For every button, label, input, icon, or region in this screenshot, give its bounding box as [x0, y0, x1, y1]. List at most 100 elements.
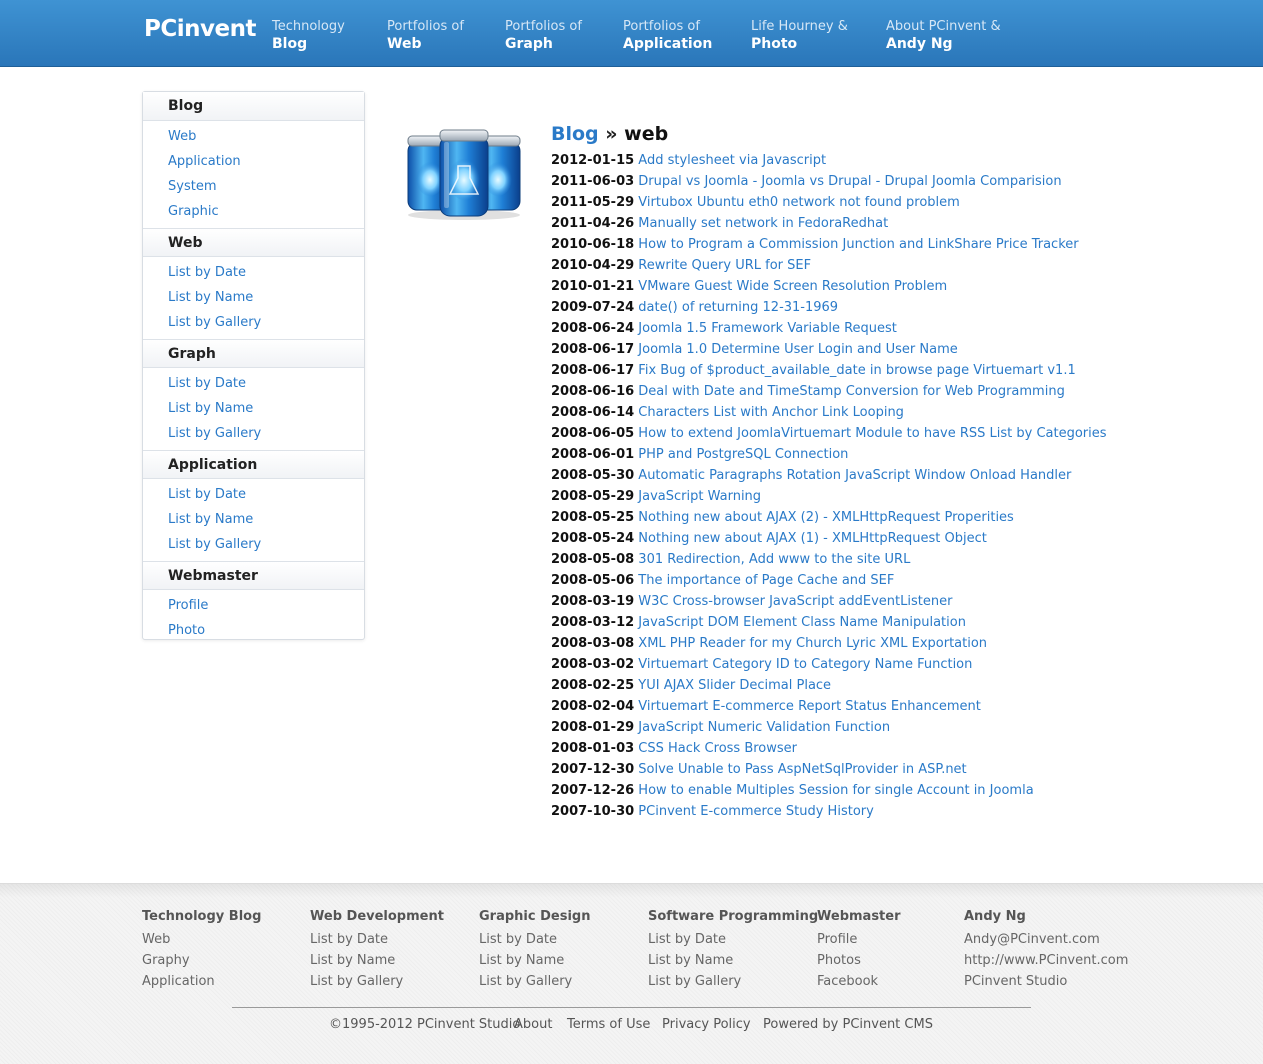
entry-link[interactable]: VMware Guest Wide Screen Resolution Prob…: [638, 279, 947, 294]
footer-about-link[interactable]: About: [514, 1017, 552, 1032]
sidebar-item-graph-list-by-gallery[interactable]: List by Gallery: [143, 421, 364, 446]
sidebar-item-app-list-by-gallery[interactable]: List by Gallery: [143, 532, 364, 557]
entry-date: 2010-06-18: [551, 237, 635, 252]
entry-link[interactable]: W3C Cross-browser JavaScript addEventLis…: [638, 594, 952, 609]
entry-link[interactable]: Joomla 1.0 Determine User Login and User…: [638, 342, 957, 357]
footer-link[interactable]: Facebook: [817, 971, 901, 992]
nav-about-andy[interactable]: About PCinvent & Andy Ng: [886, 19, 1001, 53]
entry-link[interactable]: JavaScript Warning: [638, 489, 761, 504]
sidebar-item-photo[interactable]: Photo: [143, 618, 364, 643]
footer-link[interactable]: List by Gallery: [648, 971, 818, 992]
footer-link[interactable]: Web: [142, 929, 261, 950]
nav-portfolio-application[interactable]: Portfolios of Application: [623, 19, 712, 53]
entry-link[interactable]: How to enable Multiples Session for sing…: [638, 783, 1033, 798]
entry-link[interactable]: Virtuemart Category ID to Category Name …: [638, 657, 972, 672]
footer-col-heading: Andy Ng: [964, 909, 1026, 924]
entry-link[interactable]: Manually set network in FedoraRedhat: [638, 216, 888, 231]
footer-link[interactable]: List by Date: [310, 929, 444, 950]
blue-glass-canisters-icon: [404, 122, 524, 222]
sidebar-item-app-list-by-date[interactable]: List by Date: [143, 482, 364, 507]
main-content: Blog » web 2012-01-15 Add stylesheet via…: [551, 120, 1111, 822]
sidebar-item-system[interactable]: System: [143, 174, 364, 199]
list-item: 2010-01-21 VMware Guest Wide Screen Reso…: [551, 276, 1111, 297]
entry-link[interactable]: CSS Hack Cross Browser: [638, 741, 797, 756]
entry-link[interactable]: 301 Redirection, Add www to the site URL: [638, 552, 910, 567]
list-item: 2010-04-29 Rewrite Query URL for SEF: [551, 255, 1111, 276]
entry-link[interactable]: PCinvent E-commerce Study History: [638, 804, 874, 819]
footer-link[interactable]: http://www.PCinvent.com: [964, 950, 1128, 971]
sidebar-item-graphic[interactable]: Graphic: [143, 199, 364, 224]
nav-line1: Portfolios of: [505, 19, 582, 34]
nav-technology-blog[interactable]: Technology Blog: [272, 19, 345, 53]
nav-portfolio-web[interactable]: Portfolios of Web: [387, 19, 464, 53]
sidebar-item-app-list-by-name[interactable]: List by Name: [143, 507, 364, 532]
footer-terms-link[interactable]: Terms of Use: [567, 1017, 650, 1032]
breadcrumb-blog[interactable]: Blog: [551, 123, 599, 145]
sidebar-item-web[interactable]: Web: [143, 124, 364, 149]
footer-col-andy-ng: Andy Ng Andy@PCinvent.com http://www.PCi…: [964, 908, 1128, 992]
nav-life-photo[interactable]: Life Hourney & Photo: [751, 19, 848, 53]
entry-link[interactable]: XML PHP Reader for my Church Lyric XML E…: [638, 636, 987, 651]
sidebar-heading-blog: Blog: [143, 92, 364, 121]
footer-col-heading: Webmaster: [817, 909, 901, 924]
entry-link[interactable]: Fix Bug of $product_available_date in br…: [638, 363, 1075, 378]
sidebar-heading-webmaster: Webmaster: [143, 561, 364, 590]
site-logo[interactable]: PCinvent: [144, 16, 256, 42]
entry-link[interactable]: Deal with Date and TimeStamp Conversion …: [638, 384, 1065, 399]
entry-link[interactable]: PHP and PostgreSQL Connection: [638, 447, 848, 462]
entry-link[interactable]: Rewrite Query URL for SEF: [638, 258, 811, 273]
footer-link[interactable]: List by Name: [479, 950, 590, 971]
footer-col-heading: Web Development: [310, 909, 444, 924]
sidebar-item-web-list-by-name[interactable]: List by Name: [143, 285, 364, 310]
sidebar-item-web-list-by-gallery[interactable]: List by Gallery: [143, 310, 364, 335]
footer-link[interactable]: PCinvent Studio: [964, 971, 1128, 992]
entry-link[interactable]: JavaScript Numeric Validation Function: [638, 720, 890, 735]
entry-link[interactable]: The importance of Page Cache and SEF: [638, 573, 894, 588]
footer-powered-by-link[interactable]: Powered by PCinvent CMS: [763, 1017, 933, 1032]
sidebar-item-web-list-by-date[interactable]: List by Date: [143, 260, 364, 285]
list-item: 2008-02-25 YUI AJAX Slider Decimal Place: [551, 675, 1111, 696]
footer-link[interactable]: Andy@PCinvent.com: [964, 929, 1128, 950]
entry-link[interactable]: date() of returning 12-31-1969: [638, 300, 838, 315]
list-item: 2011-06-03 Drupal vs Joomla - Joomla vs …: [551, 171, 1111, 192]
entry-date: 2011-06-03: [551, 174, 635, 189]
entry-link[interactable]: Characters List with Anchor Link Looping: [638, 405, 904, 420]
list-item: 2012-01-15 Add stylesheet via Javascript: [551, 150, 1111, 171]
entry-link[interactable]: Automatic Paragraphs Rotation JavaScript…: [638, 468, 1071, 483]
entry-link[interactable]: Nothing new about AJAX (1) - XMLHttpRequ…: [638, 531, 987, 546]
footer-link[interactable]: List by Date: [648, 929, 818, 950]
entry-date: 2010-01-21: [551, 279, 635, 294]
entry-link[interactable]: Solve Unable to Pass AspNetSqlProvider i…: [638, 762, 966, 777]
entry-link[interactable]: YUI AJAX Slider Decimal Place: [638, 678, 831, 693]
footer-link[interactable]: List by Name: [310, 950, 444, 971]
list-item: 2008-06-24 Joomla 1.5 Framework Variable…: [551, 318, 1111, 339]
entry-link[interactable]: How to Program a Commission Junction and…: [638, 237, 1078, 252]
footer-link[interactable]: List by Date: [479, 929, 590, 950]
entry-link[interactable]: Virtubox Ubuntu eth0 network not found p…: [638, 195, 960, 210]
entry-link[interactable]: Joomla 1.5 Framework Variable Request: [638, 321, 897, 336]
nav-line1: Portfolios of: [623, 19, 700, 34]
entry-link[interactable]: Virtuemart E-commerce Report Status Enha…: [638, 699, 981, 714]
entry-list: 2012-01-15 Add stylesheet via Javascript…: [551, 150, 1111, 822]
entry-date: 2008-06-01: [551, 447, 635, 462]
footer-link[interactable]: Profile: [817, 929, 901, 950]
footer-link[interactable]: List by Gallery: [310, 971, 444, 992]
sidebar-item-profile[interactable]: Profile: [143, 593, 364, 618]
entry-date: 2008-05-29: [551, 489, 635, 504]
entry-link[interactable]: Drupal vs Joomla - Joomla vs Drupal - Dr…: [638, 174, 1061, 189]
entry-link[interactable]: Nothing new about AJAX (2) - XMLHttpRequ…: [638, 510, 1014, 525]
sidebar-item-application[interactable]: Application: [143, 149, 364, 174]
footer-link[interactable]: Photos: [817, 950, 901, 971]
footer-privacy-link[interactable]: Privacy Policy: [662, 1017, 751, 1032]
entry-link[interactable]: JavaScript DOM Element Class Name Manipu…: [638, 615, 966, 630]
sidebar-item-graph-list-by-date[interactable]: List by Date: [143, 371, 364, 396]
entry-link[interactable]: How to extend JoomlaVirtuemart Module to…: [638, 426, 1106, 441]
footer-link[interactable]: List by Gallery: [479, 971, 590, 992]
footer-link[interactable]: Graphy: [142, 950, 261, 971]
nav-portfolio-graph[interactable]: Portfolios of Graph: [505, 19, 582, 53]
entry-link[interactable]: Add stylesheet via Javascript: [638, 153, 826, 168]
entry-date: 2011-05-29: [551, 195, 635, 210]
sidebar-item-graph-list-by-name[interactable]: List by Name: [143, 396, 364, 421]
footer-link[interactable]: Application: [142, 971, 261, 992]
footer-link[interactable]: List by Name: [648, 950, 818, 971]
